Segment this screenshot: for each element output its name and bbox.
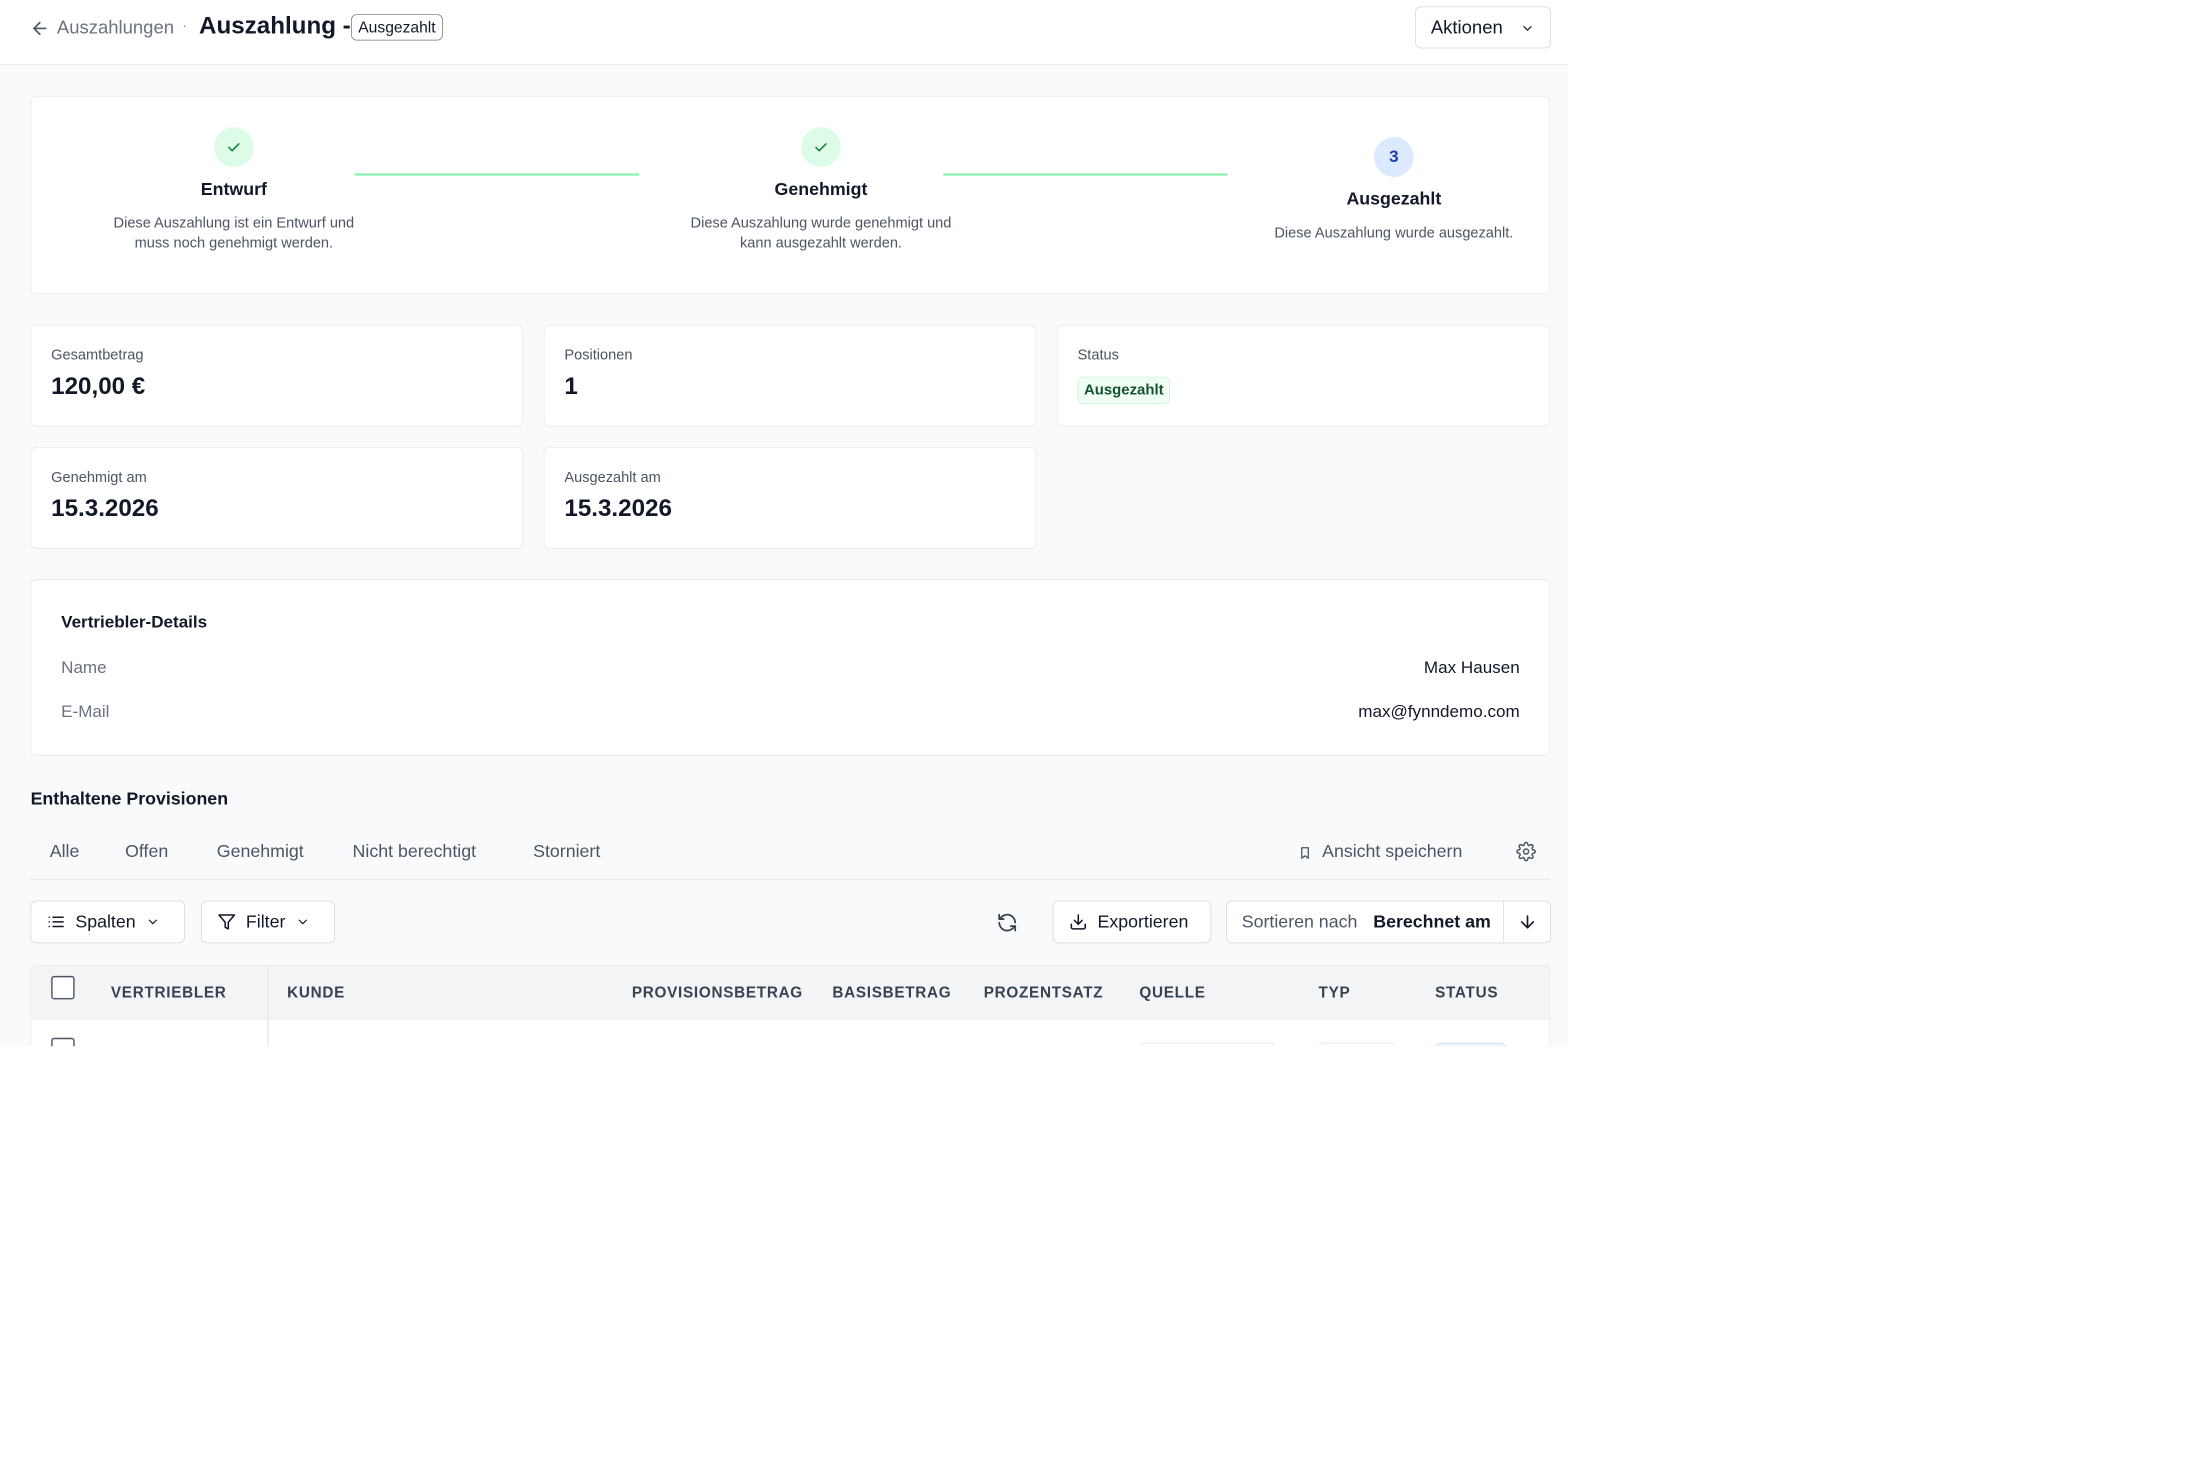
stat-label: Gesamtbetrag	[51, 346, 144, 364]
chevron-down-icon	[1523, 26, 1532, 31]
stat-label: Ausgezahlt am	[564, 469, 661, 486]
stat-card-positions: Positionen 1	[543, 324, 1037, 427]
list-icon	[48, 916, 64, 928]
columns-label: Spalten	[75, 911, 136, 932]
save-view-label: Ansicht speichern	[1322, 841, 1463, 862]
step-approved: Genehmigt Diese Auszahlung wurde genehmi…	[686, 127, 956, 253]
step-description: Diese Auszahlung wurde genehmigt und kan…	[690, 214, 952, 251]
stat-value: 120,00 €	[51, 372, 146, 400]
step-connector	[354, 173, 640, 176]
name-label: Name	[61, 658, 107, 678]
stat-card-approved: Genehmigt am 15.3.2026	[30, 447, 524, 549]
step-title: Genehmigt	[774, 179, 868, 200]
step-draft: Entwurf Diese Auszahlung ist ein Entwurf…	[99, 127, 369, 253]
step-description: Diese Auszahlung ist ein Entwurf und mus…	[113, 214, 355, 251]
download-icon	[1070, 914, 1086, 930]
step-title: Ausgezahlt	[1346, 189, 1442, 209]
sales-rep-details: Vertriebler-Details Name Max Hausen E-Ma…	[30, 579, 1551, 756]
check-icon	[228, 143, 240, 152]
sort-control[interactable]: Sortieren nach Berechnet am	[1226, 900, 1551, 944]
step-connector	[943, 173, 1228, 176]
filter-button[interactable]: Filter	[201, 900, 335, 944]
commissions-table: VERTRIEBLER KUNDE PROVISIONSBETRAG BASIS…	[30, 965, 1551, 1047]
column-header[interactable]: TYP	[1319, 984, 1351, 1002]
name-value: Max Hausen	[1423, 658, 1520, 678]
column-header[interactable]: BASISBETRAG	[832, 984, 951, 1002]
column-header[interactable]: PROVISIONSBETRAG	[632, 984, 803, 1002]
bookmark-icon	[1301, 847, 1309, 859]
status-badge: Ausgezahlt	[351, 14, 443, 41]
stat-value: 15.3.2026	[51, 494, 159, 522]
stat-label: Positionen	[564, 346, 633, 364]
step-paid: 3 Ausgezahlt Diese Auszahlung wurde ausg…	[1259, 137, 1529, 243]
payout-stepper: Entwurf Diese Auszahlung ist ein Entwurf…	[30, 95, 1551, 295]
columns-button[interactable]: Spalten	[30, 900, 185, 944]
stat-value: 15.3.2026	[564, 494, 672, 522]
stat-card-total: Gesamtbetrag 120,00 €	[30, 324, 524, 427]
column-header[interactable]: PROZENTSATZ	[984, 984, 1104, 1002]
chevron-down-icon	[148, 919, 157, 925]
step-number: 3	[1373, 137, 1414, 177]
filter-label: Filter	[245, 911, 286, 932]
tab-all[interactable]: Alle	[50, 842, 80, 863]
actions-label: Aktionen	[1430, 16, 1503, 38]
save-view-button[interactable]: Ansicht speichern	[1297, 842, 1462, 863]
page-title: Auszahlung -	[199, 12, 351, 40]
arrow-down-icon	[1520, 914, 1534, 929]
sort-value[interactable]: Berechnet am	[1373, 912, 1491, 933]
column-header[interactable]: VERTRIEBLER	[111, 984, 227, 1002]
page-header: Auszahlungen · Auszahlung - Ausgezahlt A…	[0, 0, 1569, 65]
tab-cancelled[interactable]: Storniert	[533, 842, 600, 863]
stat-label: Genehmigt am	[51, 469, 147, 486]
export-button[interactable]: Exportieren	[1052, 900, 1212, 944]
column-divider	[267, 965, 269, 1047]
row-checkbox[interactable]	[51, 1037, 75, 1047]
source-badge	[1139, 1042, 1276, 1047]
step-title: Entwurf	[200, 179, 267, 200]
tab-approved[interactable]: Genehmigt	[217, 842, 304, 863]
sort-direction-button[interactable]	[1503, 901, 1550, 942]
export-label: Exportieren	[1097, 911, 1189, 932]
payout-detail-page: Auszahlungen · Auszahlung - Ausgezahlt A…	[0, 0, 1569, 1047]
select-all-checkbox[interactable]	[51, 975, 75, 1000]
step-description: Diese Auszahlung wurde ausgezahlt.	[1274, 224, 1514, 241]
chevron-down-icon	[298, 919, 307, 925]
status-badge: Ausgezahlt	[1077, 376, 1170, 404]
status-badge	[1435, 1042, 1507, 1047]
stat-card-paid: Ausgezahlt am 15.3.2026	[543, 447, 1037, 549]
step-done-indicator	[213, 127, 254, 168]
refresh-icon[interactable]	[997, 912, 1018, 933]
breadcrumb-payouts[interactable]: Auszahlungen	[57, 16, 174, 38]
column-header[interactable]: QUELLE	[1139, 984, 1205, 1002]
details-title: Vertriebler-Details	[61, 612, 208, 632]
stat-label: Status	[1077, 346, 1119, 364]
actions-button[interactable]: Aktionen	[1415, 6, 1551, 49]
section-title: Enthaltene Provisionen	[30, 788, 229, 809]
sort-label: Sortieren nach	[1241, 911, 1358, 932]
breadcrumb-separator: ·	[181, 16, 188, 35]
email-value: max@fynndemo.com	[1358, 702, 1520, 722]
filter-tabs: Alle Offen Genehmigt Nicht berechtigt St…	[30, 832, 1551, 880]
tab-not-eligible[interactable]: Nicht berechtigt	[353, 842, 476, 863]
type-badge	[1318, 1042, 1396, 1047]
tab-open[interactable]: Offen	[125, 842, 168, 863]
gear-icon[interactable]	[1516, 841, 1536, 862]
step-done-indicator	[801, 127, 841, 168]
arrow-left-icon[interactable]	[30, 18, 50, 38]
stat-card-status: Status Ausgezahlt	[1056, 324, 1551, 427]
table-header: VERTRIEBLER KUNDE PROVISIONSBETRAG BASIS…	[31, 965, 1550, 1020]
filter-icon	[218, 914, 236, 930]
column-header[interactable]: STATUS	[1435, 984, 1498, 1002]
stat-value: 1	[564, 372, 578, 400]
email-label: E-Mail	[61, 702, 110, 722]
check-icon	[815, 143, 827, 152]
column-header[interactable]: KUNDE	[287, 984, 345, 1002]
